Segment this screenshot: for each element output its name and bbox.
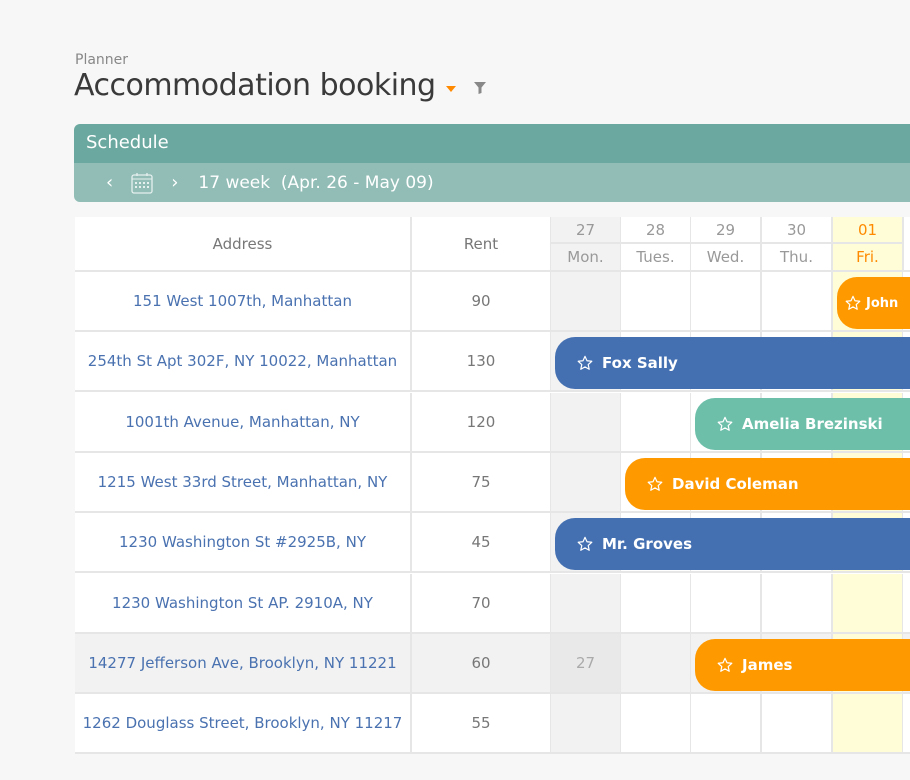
booking-name: Mr. Groves bbox=[602, 535, 692, 554]
booking-bar[interactable]: Amelia Brezinski bbox=[695, 397, 910, 450]
booking-bar[interactable]: James bbox=[695, 638, 910, 691]
booking-name: James bbox=[742, 655, 793, 674]
rent-cell: 130 bbox=[412, 332, 552, 393]
day-header-next bbox=[903, 217, 910, 272]
day-cell[interactable] bbox=[621, 272, 692, 332]
address-cell[interactable]: 1230 Washington St #2925B, NY bbox=[75, 513, 412, 574]
column-header-rent[interactable]: Rent bbox=[412, 217, 552, 272]
day-cell[interactable] bbox=[762, 272, 833, 332]
star-icon[interactable] bbox=[717, 657, 733, 673]
prev-week-button[interactable]: ‹ bbox=[106, 172, 113, 193]
day-cell[interactable] bbox=[551, 452, 622, 513]
day-cell[interactable] bbox=[621, 633, 692, 694]
star-icon[interactable] bbox=[577, 355, 593, 371]
rent-cell: 70 bbox=[412, 573, 552, 634]
booking-name: David Coleman bbox=[672, 474, 799, 493]
day-cell[interactable] bbox=[621, 573, 692, 634]
day-cell[interactable] bbox=[551, 573, 622, 634]
day-cell[interactable] bbox=[621, 392, 692, 453]
rent-cell: 120 bbox=[412, 392, 552, 453]
booking-bar[interactable]: Fox Sally bbox=[555, 337, 910, 390]
page-title-text: Accommodation booking bbox=[74, 68, 436, 103]
page-title: Accommodation booking bbox=[74, 68, 486, 103]
day-cell[interactable] bbox=[691, 694, 762, 755]
rent-cell: 90 bbox=[412, 272, 552, 332]
day-cell[interactable] bbox=[551, 272, 622, 332]
star-icon[interactable] bbox=[647, 476, 663, 492]
day-cell[interactable] bbox=[551, 392, 622, 453]
week-label: 17 week (Apr. 26 - May 09) bbox=[198, 172, 434, 193]
rent-cell: 60 bbox=[412, 633, 552, 694]
star-icon[interactable] bbox=[717, 416, 733, 432]
day-name: Wed. bbox=[691, 244, 762, 272]
day-cell[interactable] bbox=[762, 694, 833, 755]
day-cell[interactable] bbox=[903, 694, 910, 755]
booking-bar[interactable]: John bbox=[837, 277, 910, 329]
day-cell[interactable] bbox=[691, 272, 762, 332]
address-cell[interactable]: 151 West 1007th, Manhattan bbox=[75, 272, 412, 332]
day-name: Thu. bbox=[762, 244, 833, 272]
address-cell[interactable]: 1230 Washington St AP. 2910A, NY bbox=[75, 573, 412, 634]
schedule-title: Schedule bbox=[74, 124, 910, 163]
column-header-address[interactable]: Address bbox=[75, 217, 412, 272]
booking-name: Amelia Brezinski bbox=[742, 414, 883, 433]
booking-name: John bbox=[866, 295, 899, 311]
schedule-panel: Schedule ‹ › 17 week (Apr. 26 - May 09) bbox=[74, 124, 910, 202]
next-week-button[interactable]: › bbox=[171, 172, 178, 193]
star-icon[interactable] bbox=[845, 295, 861, 311]
day-name: Tues. bbox=[621, 244, 692, 272]
star-icon[interactable] bbox=[577, 536, 593, 552]
booking-name: Fox Sally bbox=[602, 354, 678, 373]
rent-cell: 75 bbox=[412, 452, 552, 513]
booking-bar[interactable]: Mr. Groves bbox=[555, 518, 910, 571]
booking-bar[interactable]: David Coleman bbox=[625, 457, 910, 510]
day-number: 27 bbox=[551, 217, 622, 244]
day-cell[interactable] bbox=[691, 573, 762, 634]
day-number: 28 bbox=[621, 217, 692, 244]
rent-cell: 55 bbox=[412, 694, 552, 755]
address-cell[interactable]: 1001th Avenue, Manhattan, NY bbox=[75, 392, 412, 453]
day-number: 29 bbox=[691, 217, 762, 244]
day-cell[interactable] bbox=[903, 573, 910, 634]
breadcrumb: Planner bbox=[75, 52, 129, 68]
rent-cell: 45 bbox=[412, 513, 552, 574]
address-cell[interactable]: 1215 West 33rd Street, Manhattan, NY bbox=[75, 452, 412, 513]
dropdown-caret-icon[interactable] bbox=[445, 85, 456, 92]
filter-icon[interactable] bbox=[473, 81, 486, 94]
day-name: Mon. bbox=[551, 244, 622, 272]
day-cell[interactable]: 27 bbox=[551, 633, 622, 694]
address-cell[interactable]: 254th St Apt 302F, NY 10022, Manhattan bbox=[75, 332, 412, 393]
day-cell[interactable] bbox=[551, 694, 622, 755]
day-cell[interactable] bbox=[762, 573, 833, 634]
address-cell[interactable]: 1262 Douglass Street, Brooklyn, NY 11217 bbox=[75, 694, 412, 755]
week-nav: ‹ › 17 week (Apr. 26 - May 09) bbox=[74, 163, 910, 202]
day-name: Fri. bbox=[833, 244, 904, 272]
day-number: 30 bbox=[762, 217, 833, 244]
calendar-icon[interactable] bbox=[131, 172, 153, 194]
day-number: 01 bbox=[833, 217, 904, 244]
day-cell[interactable] bbox=[621, 694, 692, 755]
day-cell[interactable] bbox=[833, 573, 904, 634]
day-cell[interactable] bbox=[833, 694, 904, 755]
schedule-grid: Address Rent 27 Mon. 28 Tues. 29 Wed. 30 Thu. 01… bbox=[75, 217, 910, 755]
address-cell[interactable]: 14277 Jefferson Ave, Brooklyn, NY 11221 bbox=[75, 633, 412, 694]
